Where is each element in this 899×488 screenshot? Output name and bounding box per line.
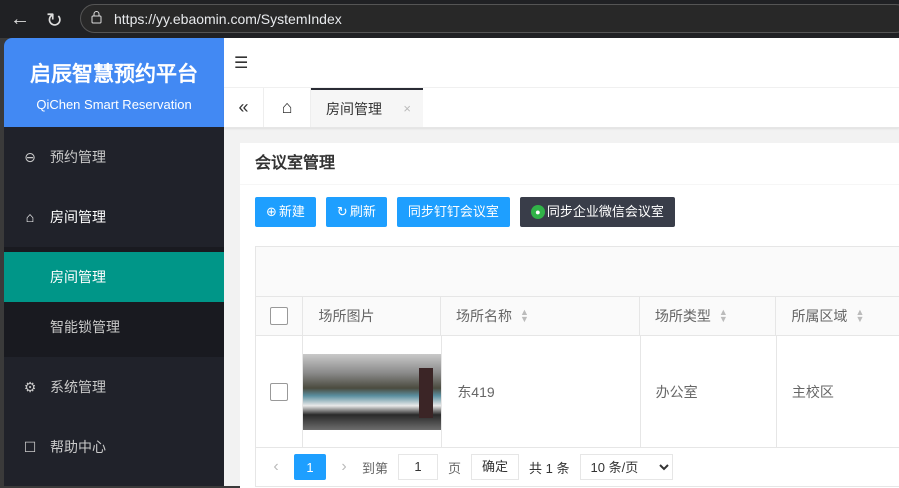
tab-label: 房间管理 xyxy=(326,100,382,117)
content-card: 会议室管理 ⊕ 新建 ↻ 刷新 同步钉钉会议室 ● 同步企业微信会议室 场所图片 场所… xyxy=(240,143,899,488)
cell-type: 办公室 xyxy=(641,336,777,447)
refresh-button[interactable]: ↻ 刷新 xyxy=(325,197,387,227)
goto-page-input[interactable]: 1 xyxy=(398,454,439,480)
reload-icon[interactable]: ↻ xyxy=(46,8,63,33)
main-area: ☰ « ⌂ 房间管理 × 会议室管理 ⊕ 新建 ↻ 刷新 同步钉钉会议室 ● 同步企业微… xyxy=(224,38,899,488)
col-area[interactable]: 所属区域 ▲ ▼ xyxy=(776,297,899,335)
button-label: 新建 xyxy=(278,204,305,219)
total-count: 共 1 条 xyxy=(529,460,570,476)
col-label: 场所类型 xyxy=(654,308,711,324)
button-label: 刷新 xyxy=(349,204,376,219)
sync-dingtalk-button[interactable]: 同步钉钉会议室 xyxy=(396,197,510,227)
tab-bar: « ⌂ 房间管理 × xyxy=(224,88,899,128)
refresh-icon: ↻ xyxy=(336,204,348,219)
goto-label: 到第 xyxy=(362,460,389,476)
app-title: 启辰智慧预约平台 xyxy=(30,63,198,86)
sidebar-item-reservation[interactable]: ⊖ 预约管理 xyxy=(4,127,224,187)
table-header: 场所图片 场所名称 ▲ ▼ 场所类型 ▲ ▼ 所属区域 ▲ ▼ xyxy=(256,297,899,336)
table-toolbar xyxy=(256,247,899,297)
close-icon[interactable]: × xyxy=(403,101,411,116)
button-label: 同步企业微信会议室 xyxy=(546,204,664,219)
page-title: 会议室管理 xyxy=(240,143,899,185)
chat-icon: ⊖ xyxy=(24,148,36,165)
home-tab-icon[interactable]: ⌂ xyxy=(264,88,311,127)
submenu-rooms: 房间管理 智能锁管理 xyxy=(4,247,224,357)
browser-bar: ← ↻ https://yy.ebaomin.com/SystemIndex xyxy=(0,0,899,38)
page-1-button[interactable]: 1 xyxy=(294,454,326,480)
rooms-table: 场所图片 场所名称 ▲ ▼ 场所类型 ▲ ▼ 所属区域 ▲ ▼ 东419 办公室 主校区 ‹… xyxy=(255,246,899,487)
col-label: 场所名称 xyxy=(456,308,513,324)
plus-circle-icon: ⊕ xyxy=(266,204,277,219)
sort-icon[interactable]: ▲ ▼ xyxy=(855,308,864,324)
submenu-item-smart-lock[interactable]: 智能锁管理 xyxy=(4,302,224,352)
page-label: 页 xyxy=(448,460,462,476)
select-all-checkbox[interactable] xyxy=(270,307,289,325)
wechat-icon: ● xyxy=(530,205,545,219)
row-checkbox[interactable] xyxy=(270,382,289,401)
confirm-button[interactable]: 确定 xyxy=(471,454,520,480)
top-header: ☰ xyxy=(224,38,899,88)
col-label: 所属区域 xyxy=(791,308,848,324)
cell-area: 主校区 xyxy=(777,336,899,447)
collapse-menu-icon[interactable]: ☰ xyxy=(234,53,248,73)
sidebar: 启辰智慧预约平台 QiChen Smart Reservation ⊖ 预约管理 … xyxy=(4,38,224,486)
col-image: 场所图片 xyxy=(303,297,442,335)
toolbar: ⊕ 新建 ↻ 刷新 同步钉钉会议室 ● 同步企业微信会议室 xyxy=(255,197,675,227)
logo: 启辰智慧预约平台 QiChen Smart Reservation xyxy=(4,38,224,127)
back-icon[interactable]: ← xyxy=(10,8,30,31)
room-photo xyxy=(303,353,442,430)
sidebar-item-system[interactable]: ⚙ 系统管理 xyxy=(4,357,224,417)
tab-room-management[interactable]: 房间管理 × xyxy=(311,88,423,127)
app-subtitle: QiChen Smart Reservation xyxy=(36,97,192,112)
new-button[interactable]: ⊕ 新建 xyxy=(255,197,316,227)
sort-icon[interactable]: ▲ ▼ xyxy=(719,308,728,324)
sidebar-item-rooms[interactable]: ⌂ 房间管理 xyxy=(4,187,224,247)
sidebar-item-help[interactable]: ☐ 帮助中心 xyxy=(4,417,224,477)
pagination: ‹ 1 › 到第 1 页 确定 共 1 条 10 条/页 xyxy=(256,448,899,486)
menu-label: 预约管理 xyxy=(50,149,106,165)
scroll-left-icon[interactable]: « xyxy=(224,88,264,127)
cell-name: 东419 xyxy=(442,336,641,447)
col-name[interactable]: 场所名称 ▲ ▼ xyxy=(441,297,640,335)
home-icon: ⌂ xyxy=(25,209,35,225)
submenu-item-room-management[interactable]: 房间管理 xyxy=(4,252,224,302)
page-size-select[interactable]: 10 条/页 xyxy=(579,454,673,480)
next-page-icon[interactable]: › xyxy=(336,458,352,476)
sort-icon[interactable]: ▲ ▼ xyxy=(520,308,529,324)
prev-page-icon[interactable]: ‹ xyxy=(268,458,284,476)
menu-label: 系统管理 xyxy=(50,379,106,395)
lock-icon xyxy=(91,11,102,24)
col-type[interactable]: 场所类型 ▲ ▼ xyxy=(640,297,777,335)
url-text: https://yy.ebaomin.com/SystemIndex xyxy=(114,11,342,27)
help-icon: ☐ xyxy=(23,438,37,455)
menu-label: 房间管理 xyxy=(50,209,106,225)
table-row: 东419 办公室 主校区 xyxy=(256,336,899,448)
address-bar[interactable]: https://yy.ebaomin.com/SystemIndex xyxy=(80,4,899,33)
menu-label: 帮助中心 xyxy=(50,439,106,455)
gear-icon: ⚙ xyxy=(23,378,37,395)
sync-wecom-button[interactable]: ● 同步企业微信会议室 xyxy=(519,197,675,227)
